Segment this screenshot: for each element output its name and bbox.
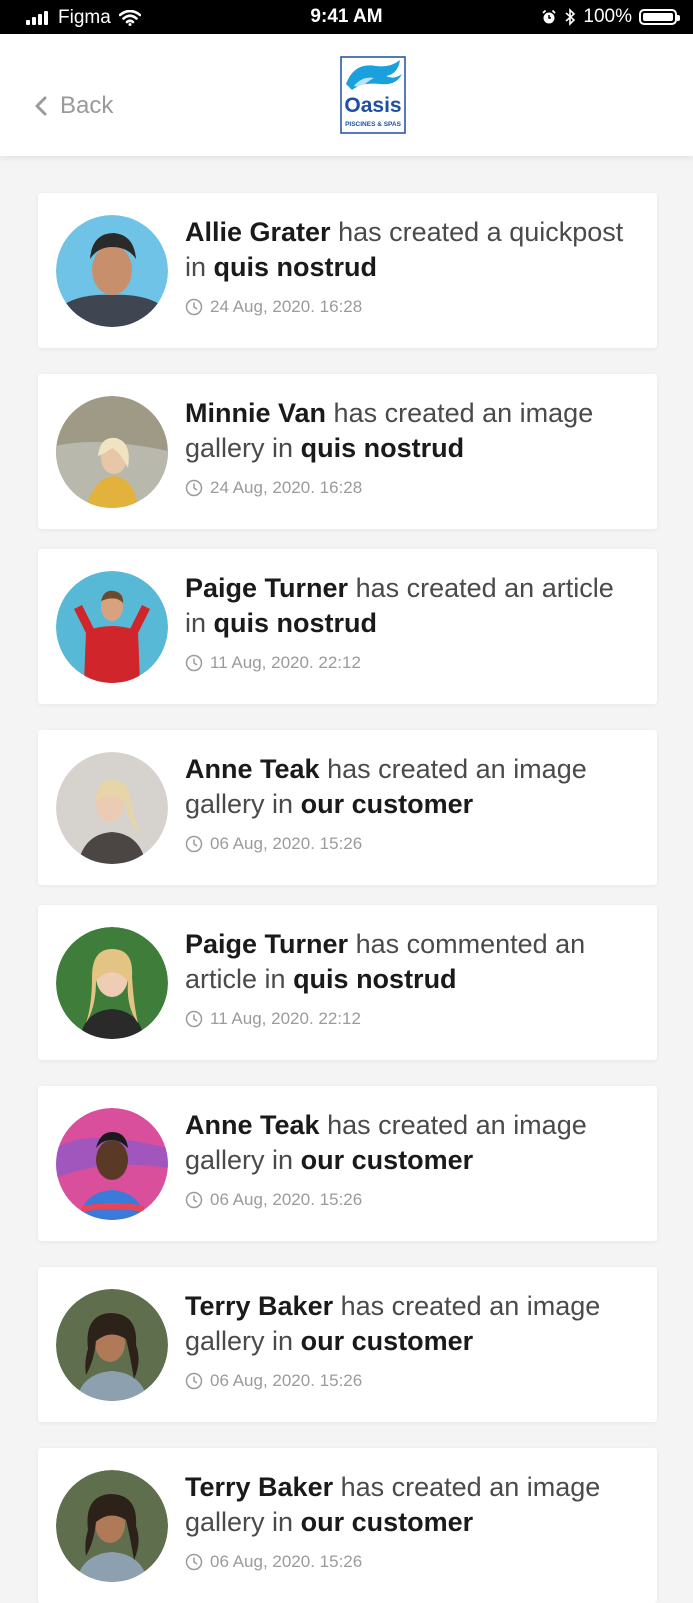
actor-name[interactable]: Allie Grater xyxy=(185,217,331,247)
battery-icon xyxy=(639,9,680,25)
clock-icon xyxy=(185,1372,203,1390)
timestamp: 24 Aug, 2020. 16:28 xyxy=(210,478,363,497)
actor-name[interactable]: Terry Baker xyxy=(185,1291,333,1321)
status-bar: Figma 9:41 AM 100% xyxy=(0,0,693,34)
actor-name[interactable]: Minnie Van xyxy=(185,398,326,428)
feed-item[interactable]: Allie Grater has created a quickpost in … xyxy=(38,193,657,348)
timestamp: 06 Aug, 2020. 15:26 xyxy=(210,834,363,853)
target-name[interactable]: our customer xyxy=(301,1507,474,1537)
clock-icon xyxy=(185,1553,203,1571)
clock-icon xyxy=(185,654,203,672)
target-name[interactable]: our customer xyxy=(301,1145,474,1175)
target-name[interactable]: our customer xyxy=(301,789,474,819)
avatar xyxy=(56,396,168,508)
timestamp: 06 Aug, 2020. 15:26 xyxy=(210,1552,363,1571)
clock-icon xyxy=(185,835,203,853)
target-name[interactable]: quis nostrud xyxy=(214,608,378,638)
actor-name[interactable]: Anne Teak xyxy=(185,1110,320,1140)
clock-icon xyxy=(185,298,203,316)
feed-item[interactable]: Paige Turner has created an article in q… xyxy=(38,549,657,704)
back-label: Back xyxy=(60,92,114,119)
nav-bar: Back Oasis PISCINES & SPAS xyxy=(0,34,693,156)
timestamp: 11 Aug, 2020. 22:12 xyxy=(210,1009,361,1028)
feed-item[interactable]: Minnie Van has created an image gallery … xyxy=(38,374,657,529)
alarm-icon xyxy=(542,9,557,24)
battery-percent: 100% xyxy=(583,6,632,27)
clock-icon xyxy=(185,479,203,497)
chevron-left-icon xyxy=(35,96,47,116)
feed-item[interactable]: Terry Baker has created an image gallery… xyxy=(38,1267,657,1422)
avatar xyxy=(56,927,168,1039)
oasis-logo: Oasis PISCINES & SPAS xyxy=(340,56,406,134)
bluetooth-icon xyxy=(565,8,576,26)
clock-icon xyxy=(185,1010,203,1028)
feed-item[interactable]: Anne Teak has created an image gallery i… xyxy=(38,1086,657,1241)
actor-name[interactable]: Anne Teak xyxy=(185,754,320,784)
avatar xyxy=(56,1470,168,1582)
clock-icon xyxy=(185,1191,203,1209)
timestamp: 06 Aug, 2020. 15:26 xyxy=(210,1190,363,1209)
svg-text:PISCINES & SPAS: PISCINES & SPAS xyxy=(345,121,402,128)
svg-text:Oasis: Oasis xyxy=(344,94,401,117)
target-name[interactable]: quis nostrud xyxy=(214,252,378,282)
actor-name[interactable]: Paige Turner xyxy=(185,573,348,603)
feed-item[interactable]: Terry Baker has created an image gallery… xyxy=(38,1448,657,1603)
actor-name[interactable]: Paige Turner xyxy=(185,929,348,959)
timestamp: 06 Aug, 2020. 15:26 xyxy=(210,1371,363,1390)
target-name[interactable]: quis nostrud xyxy=(301,433,465,463)
feed-item[interactable]: Paige Turner has commented an article in… xyxy=(38,905,657,1060)
avatar xyxy=(56,215,168,327)
feed-item[interactable]: Anne Teak has created an image gallery i… xyxy=(38,730,657,885)
timestamp: 24 Aug, 2020. 16:28 xyxy=(210,297,363,316)
avatar xyxy=(56,1289,168,1401)
avatar xyxy=(56,1108,168,1220)
avatar xyxy=(56,752,168,864)
back-button[interactable]: Back xyxy=(34,92,113,120)
target-name[interactable]: quis nostrud xyxy=(293,964,457,994)
actor-name[interactable]: Terry Baker xyxy=(185,1472,333,1502)
avatar xyxy=(56,571,168,683)
timestamp: 11 Aug, 2020. 22:12 xyxy=(210,653,361,672)
target-name[interactable]: our customer xyxy=(301,1326,474,1356)
